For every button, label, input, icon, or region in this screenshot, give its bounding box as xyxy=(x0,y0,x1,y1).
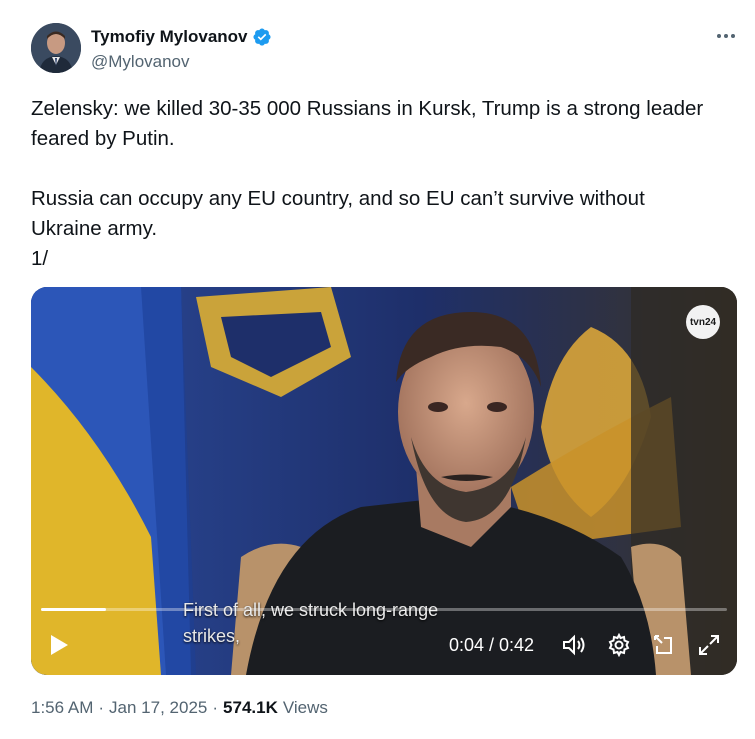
author-name[interactable]: Tymofiy Mylovanov xyxy=(91,27,248,47)
tweet-text-line: Zelensky: we killed 30-35 000 Russians i… xyxy=(31,97,704,150)
verified-badge-icon xyxy=(252,28,271,46)
tweet-time[interactable]: 1:56 AM xyxy=(31,698,93,718)
volume-icon[interactable] xyxy=(561,633,587,657)
avatar[interactable] xyxy=(31,23,81,73)
tweet-date[interactable]: Jan 17, 2025 xyxy=(109,698,207,718)
play-icon[interactable] xyxy=(47,633,71,657)
tweet-card: Tymofiy Mylovanov @Mylovanov Zelensky: w… xyxy=(0,0,755,739)
video-time: 0:04 / 0:42 xyxy=(449,635,535,655)
tweet-text-line: Russia can occupy any EU country, and so… xyxy=(31,187,645,240)
pip-icon[interactable] xyxy=(651,633,675,657)
video-player[interactable]: tvn24 First of all, we struck long-range… xyxy=(31,287,737,675)
meta-separator: · xyxy=(212,698,219,717)
settings-gear-icon[interactable] xyxy=(607,633,631,657)
more-icon[interactable] xyxy=(714,26,738,46)
avatar-portrait xyxy=(31,23,81,73)
video-progress-bar[interactable] xyxy=(41,608,727,611)
video-progress-fill xyxy=(41,608,107,611)
tweet-text-line[interactable]: 1/ xyxy=(31,244,721,274)
subtitle-line: strikes, xyxy=(183,626,241,646)
tweet-meta: 1:56 AM · Jan 17, 2025 · 574.1K Views xyxy=(31,698,328,718)
author-handle[interactable]: @Mylovanov xyxy=(91,52,190,72)
channel-logo: tvn24 xyxy=(686,305,720,339)
meta-separator: · xyxy=(98,698,105,717)
video-subtitle: First of all, we struck long-range strik… xyxy=(183,597,438,649)
author-name-row[interactable]: Tymofiy Mylovanov xyxy=(91,27,272,47)
views-label: Views xyxy=(282,698,328,717)
views-count: 574.1K xyxy=(223,698,278,717)
fullscreen-icon[interactable] xyxy=(697,633,721,657)
tweet-text: Zelensky: we killed 30-35 000 Russians i… xyxy=(31,94,721,274)
